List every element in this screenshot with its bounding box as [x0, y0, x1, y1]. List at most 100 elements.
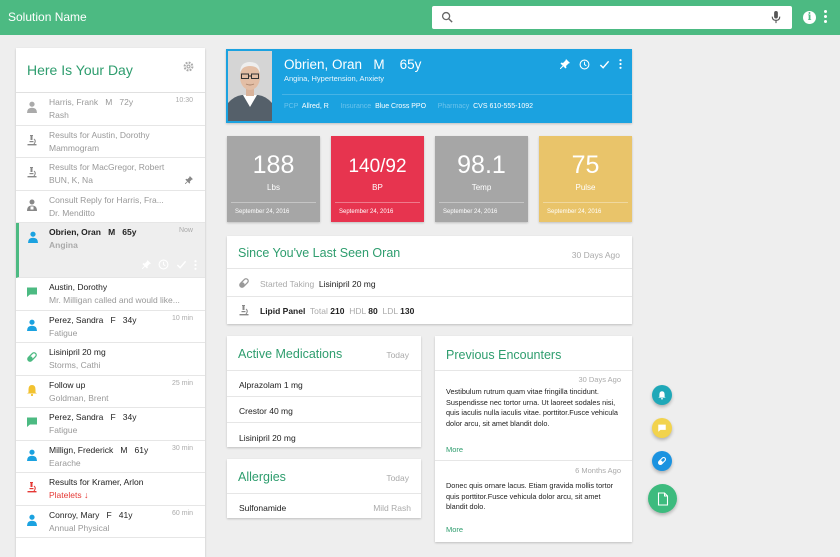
person-icon	[27, 101, 37, 113]
list-item-subtitle: Fatigue	[49, 327, 78, 338]
message-icon	[27, 417, 37, 427]
microscope-icon	[27, 167, 37, 178]
bell-icon	[27, 384, 37, 396]
list-item-subtitle: Platelets ↓	[49, 490, 89, 500]
list-item[interactable]: Lisinipril 20 mg	[227, 422, 421, 447]
person-icon	[27, 319, 37, 331]
list-item-time: 25 min	[171, 379, 193, 387]
list-item-title: Obrien, Oran M 65y	[49, 227, 137, 237]
app-title: Solution Name	[8, 10, 87, 24]
list-item-selected[interactable]: Obrien, Oran M 65y Angina Now	[16, 223, 205, 278]
encounter-text: Vestibulum rutrum quam vitae fringilla t…	[446, 387, 618, 428]
arrow-down-icon: ↓	[83, 490, 89, 500]
vital-temp[interactable]: 98.1 Temp September 24, 2016	[435, 136, 528, 222]
list-item[interactable]: Perez, Sandra F 34y Fatigue	[16, 408, 205, 441]
more-link[interactable]: More	[446, 445, 463, 454]
bell-icon	[658, 391, 666, 400]
list-item-title: Results for Kramer, Arlon	[49, 477, 144, 487]
vital-pulse[interactable]: 75 Pulse September 24, 2016	[539, 136, 632, 222]
microscope-icon	[239, 305, 249, 316]
list-item-subtitle: Annual Physical	[49, 522, 110, 533]
list-item[interactable]: Follow up Goldman, Brent 25 min	[16, 376, 205, 408]
document-fab[interactable]	[648, 484, 677, 513]
list-item-title: Perez, Sandra F 34y	[49, 314, 137, 325]
info-icon[interactable]: i	[803, 11, 816, 24]
list-item-subtitle: BUN, K, Na	[49, 175, 93, 185]
gear-icon[interactable]	[182, 60, 195, 73]
list-item[interactable]: Millign, Frederick M 61y Earache 30 min	[16, 441, 205, 473]
encounter-date: 30 Days Ago	[578, 375, 621, 384]
pin-icon[interactable]	[142, 260, 151, 269]
patient-meta: PCP Allred, R Insurance Blue Cross PPO P…	[284, 103, 534, 110]
card-timestamp: 30 Days Ago	[571, 250, 620, 260]
list-item[interactable]: Results for MacGregor, Robert BUN, K, Na	[16, 158, 205, 191]
microphone-icon[interactable]	[770, 10, 782, 25]
clock-icon[interactable]	[579, 59, 590, 70]
vital-value: 98.1	[457, 151, 506, 179]
list-item-subtitle: Goldman, Brent	[49, 392, 109, 403]
vital-date: September 24, 2016	[339, 209, 394, 215]
notification-fab[interactable]	[652, 385, 672, 405]
microscope-icon	[27, 482, 37, 493]
list-item-subtitle: Mr. Milligan called and would like...	[49, 295, 180, 305]
vital-value: 140/92	[348, 156, 407, 177]
search-box[interactable]	[432, 6, 792, 29]
list-item[interactable]: Consult Reply for Harris, Fra... Dr. Men…	[16, 191, 205, 223]
vital-bp[interactable]: 140/92 BP September 24, 2016	[331, 136, 424, 222]
list-item-title: Results for MacGregor, Robert	[49, 162, 165, 172]
more-options-icon[interactable]	[619, 59, 622, 69]
list-item-time: 10:30	[175, 97, 193, 104]
list-item[interactable]: Harris, Frank M 72y Rash 10:30	[16, 93, 205, 126]
vital-weight[interactable]: 188 Lbs September 24, 2016	[227, 136, 320, 222]
pin-icon[interactable]	[560, 59, 570, 69]
message-icon	[658, 424, 666, 432]
vital-label: Lbs	[267, 183, 280, 192]
patient-conditions: Angina, Hypertension, Anxiety	[284, 74, 385, 83]
list-item[interactable]: Results for Austin, Dorothy Mammogram	[16, 126, 205, 158]
list-item[interactable]: Crestor 40 mg	[227, 396, 421, 422]
medication-fab[interactable]	[652, 451, 672, 471]
list-item[interactable]: Sulfonamide Mild Rash	[227, 493, 421, 518]
medications-card: Active Medications Today Alprazolam 1 mg…	[227, 336, 421, 447]
card-title: Since You've Last Seen Oran	[238, 246, 401, 260]
clock-icon[interactable]	[158, 259, 169, 270]
encounters-card: Previous Encounters 30 Days Ago Vestibul…	[435, 336, 632, 542]
consult-icon	[27, 199, 37, 211]
vital-label: Pulse	[575, 183, 596, 192]
list-item[interactable]: Perez, Sandra F 34y Fatigue 10 min	[16, 311, 205, 343]
list-item-subtitle: Earache	[49, 457, 81, 468]
list-item[interactable]: Results for Kramer, Arlon Platelets ↓	[16, 473, 205, 506]
encounter-item[interactable]: 30 Days Ago Vestibulum rutrum quam vitae…	[435, 370, 632, 460]
check-icon[interactable]	[599, 59, 610, 70]
pill-icon	[239, 278, 249, 288]
pin-icon[interactable]	[185, 176, 193, 184]
check-icon[interactable]	[176, 259, 187, 270]
list-item[interactable]: Alprazolam 1 mg	[227, 370, 421, 396]
list-item[interactable]: Lipid Panel Total 210 HDL 80 LDL 130	[227, 296, 632, 324]
more-link[interactable]: More	[446, 525, 463, 534]
day-panel-title: Here Is Your Day	[27, 62, 133, 78]
card-timestamp: Today	[386, 473, 409, 483]
day-panel: Here Is Your Day Harris, Frank M 72y Ras…	[16, 48, 205, 557]
card-title: Allergies	[238, 470, 286, 484]
list-item-title: Austin, Dorothy	[49, 282, 108, 292]
patient-actions	[560, 59, 622, 70]
encounter-item[interactable]: 6 Months Ago Donec quis ornare lacus. Et…	[435, 460, 632, 542]
vital-label: BP	[372, 183, 383, 192]
more-options-icon[interactable]	[194, 259, 197, 270]
more-options-icon[interactable]	[824, 10, 828, 25]
message-fab[interactable]	[652, 418, 672, 438]
search-input[interactable]	[462, 9, 762, 26]
list-item-subtitle: Rash	[49, 110, 69, 120]
person-icon	[28, 231, 38, 243]
microscope-icon	[27, 134, 37, 145]
list-item[interactable]: Austin, Dorothy Mr. Milligan called and …	[16, 278, 205, 311]
card-title: Active Medications	[238, 347, 343, 361]
document-icon	[657, 492, 668, 505]
card-timestamp: Today	[386, 350, 409, 360]
list-item[interactable]: Conroy, Mary F 41y Annual Physical 60 mi…	[16, 506, 205, 538]
vital-date: September 24, 2016	[547, 209, 602, 215]
list-item-text: Started Taking Lisinipril 20 mg	[260, 279, 376, 289]
list-item[interactable]: Lisinipril 20 mg Storms, Cathi	[16, 343, 205, 376]
list-item[interactable]: Started Taking Lisinipril 20 mg	[227, 268, 632, 296]
